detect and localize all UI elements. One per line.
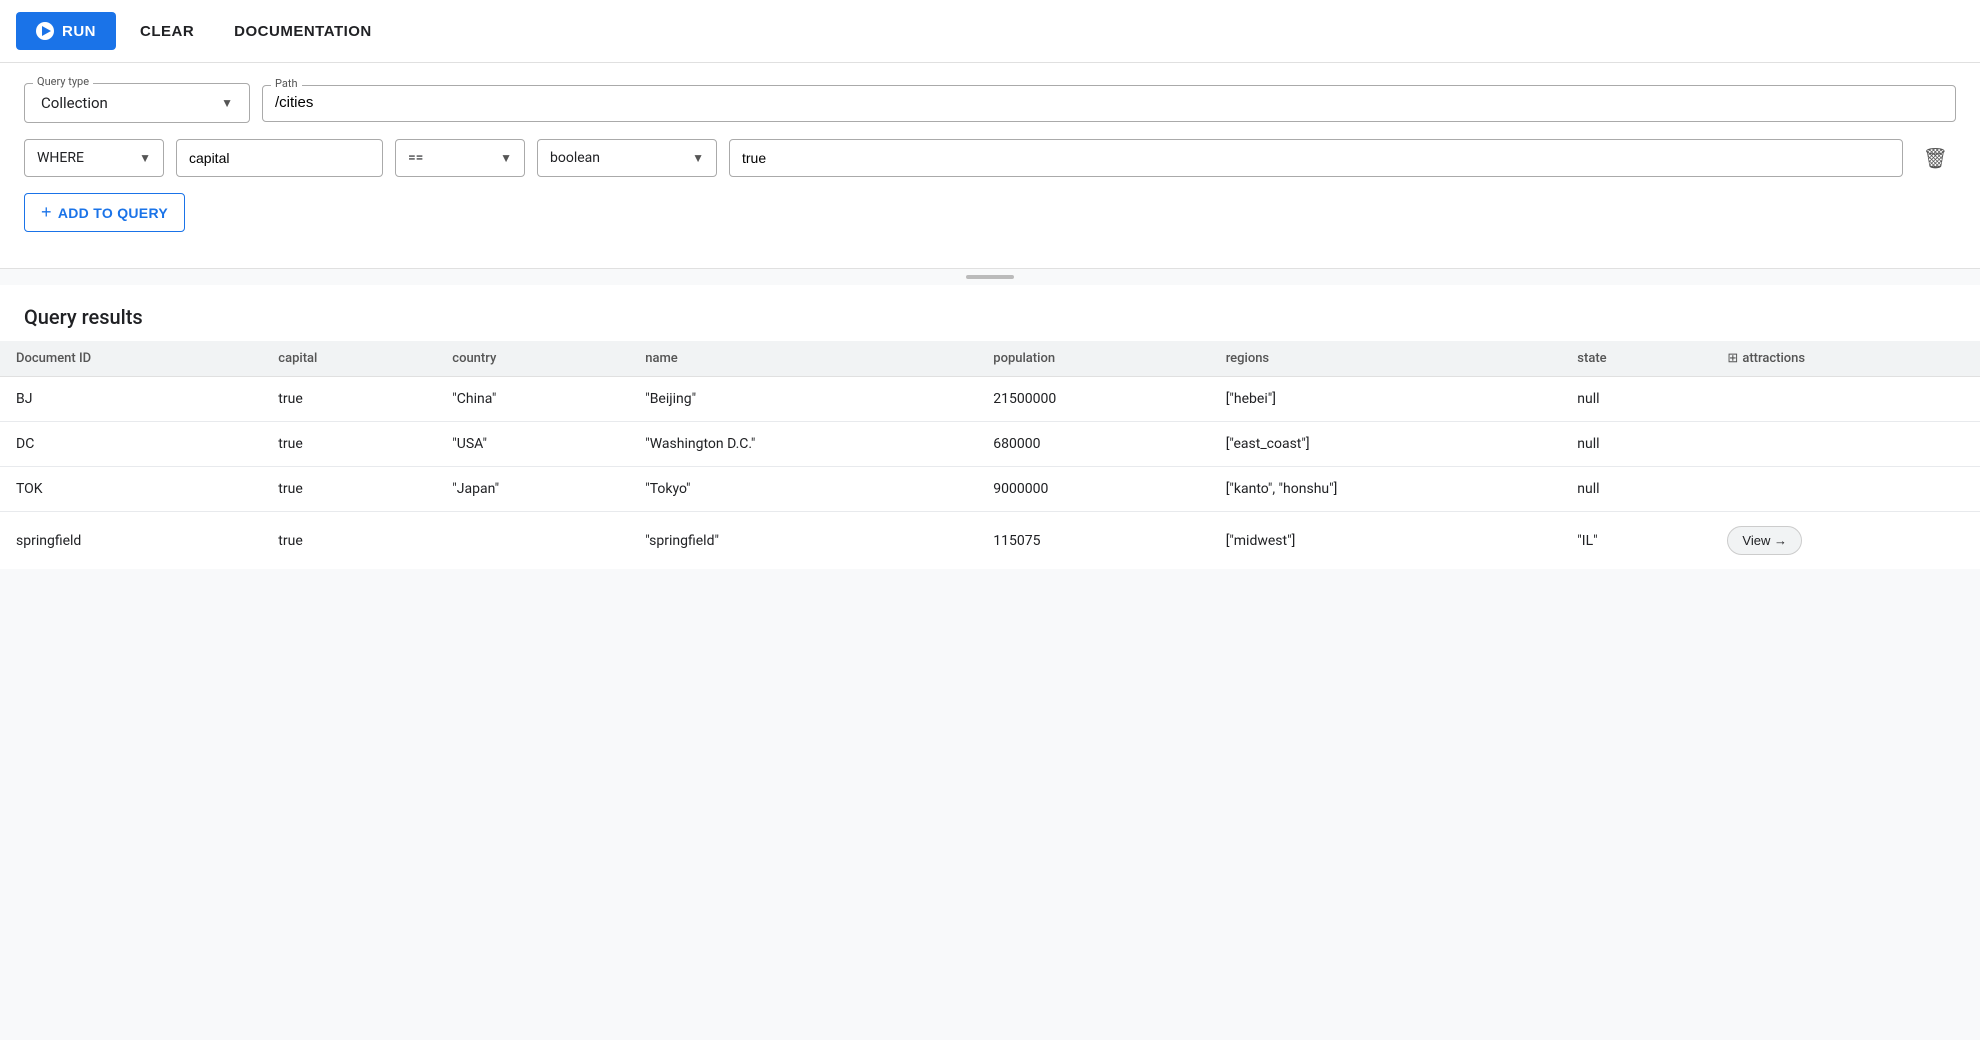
- query-builder: Query type Collection ▼ Path WHERE ▼ == …: [0, 63, 1980, 269]
- table-row: springfieldtrue "springfield"115075["midw…: [0, 512, 1980, 570]
- table-row: BJtrue"China""Beijing"21500000["hebei"]n…: [0, 377, 1980, 422]
- add-query-row: + ADD TO QUERY: [24, 193, 1956, 232]
- operator-chevron-icon: ▼: [500, 151, 512, 165]
- where-label: WHERE: [37, 150, 131, 166]
- operator-select[interactable]: == ▼: [395, 139, 525, 177]
- attractions-cell: [1711, 377, 1980, 422]
- where-chevron-icon: ▼: [139, 151, 151, 165]
- table-cell: 9000000: [977, 467, 1209, 512]
- path-fieldset: Path: [262, 85, 1956, 122]
- table-cell: "IL": [1561, 512, 1711, 570]
- table-cell: ["kanto", "honshu"]: [1210, 467, 1562, 512]
- table-cell: 115075: [977, 512, 1209, 570]
- run-button[interactable]: RUN: [16, 12, 116, 50]
- header-row: Document ID capital country name populat…: [0, 341, 1980, 377]
- table-row: DCtrue"USA""Washington D.C."680000["east…: [0, 422, 1980, 467]
- where-row: WHERE ▼ == ▼ boolean ▼ 🗑: [24, 139, 1956, 177]
- toolbar: RUN CLEAR DOCUMENTATION: [0, 0, 1980, 63]
- query-type-value: Collection: [41, 94, 213, 112]
- type-select[interactable]: boolean ▼: [537, 139, 717, 177]
- table-cell: true: [262, 422, 436, 467]
- table-cell: null: [1561, 422, 1711, 467]
- table-cell: ["east_coast"]: [1210, 422, 1562, 467]
- query-type-row: Query type Collection ▼ Path: [24, 83, 1956, 123]
- path-legend: Path: [271, 77, 302, 90]
- table-cell: true: [262, 467, 436, 512]
- table-cell: "springfield": [629, 512, 977, 570]
- play-icon: [36, 22, 54, 40]
- table-cell: ["midwest"]: [1210, 512, 1562, 570]
- run-label: RUN: [62, 23, 96, 40]
- table-cell: 21500000: [977, 377, 1209, 422]
- results-section: Query results Document ID capital countr…: [0, 285, 1980, 569]
- table-cell: ["hebei"]: [1210, 377, 1562, 422]
- table-cell: BJ: [0, 377, 262, 422]
- table-cell: "USA": [436, 422, 629, 467]
- drag-handle[interactable]: [966, 275, 1014, 279]
- query-type-fieldset: Query type Collection ▼: [24, 83, 250, 123]
- query-type-select[interactable]: Collection ▼: [37, 88, 237, 114]
- drag-handle-area: [0, 269, 1980, 285]
- results-table-header: Document ID capital country name populat…: [0, 341, 1980, 377]
- col-state: state: [1561, 341, 1711, 377]
- field-input[interactable]: [176, 139, 383, 177]
- trash-icon: 🗑: [1923, 146, 1948, 171]
- attractions-cell: View →: [1711, 512, 1980, 570]
- add-to-query-label: ADD TO QUERY: [58, 205, 168, 221]
- operator-value: ==: [408, 150, 492, 166]
- col-name: name: [629, 341, 977, 377]
- table-cell: [436, 512, 629, 570]
- table-cell: "China": [436, 377, 629, 422]
- table-cell: "Tokyo": [629, 467, 977, 512]
- table-cell: null: [1561, 467, 1711, 512]
- col-doc-id: Document ID: [0, 341, 262, 377]
- table-cell: true: [262, 512, 436, 570]
- results-title: Query results: [0, 285, 1980, 341]
- query-type-legend: Query type: [33, 75, 93, 88]
- filter-value-input[interactable]: [729, 139, 1903, 177]
- table-cell: "Japan": [436, 467, 629, 512]
- type-value: boolean: [550, 150, 684, 166]
- where-select[interactable]: WHERE ▼: [24, 139, 164, 177]
- table-cell: 680000: [977, 422, 1209, 467]
- col-capital: capital: [262, 341, 436, 377]
- table-cell: TOK: [0, 467, 262, 512]
- col-regions: regions: [1210, 341, 1562, 377]
- table-cell: "Washington D.C.": [629, 422, 977, 467]
- play-triangle-icon: [42, 26, 51, 36]
- results-table: Document ID capital country name populat…: [0, 341, 1980, 569]
- attractions-cell: [1711, 422, 1980, 467]
- clear-button[interactable]: CLEAR: [124, 13, 210, 50]
- documentation-button[interactable]: DOCUMENTATION: [218, 13, 388, 50]
- collection-icon: ⊞: [1727, 351, 1738, 366]
- plus-icon: +: [41, 202, 52, 223]
- delete-filter-button[interactable]: 🗑: [1915, 142, 1956, 175]
- table-row: TOKtrue"Japan""Tokyo"9000000["kanto", "h…: [0, 467, 1980, 512]
- chevron-down-icon: ▼: [221, 96, 233, 110]
- path-input[interactable]: [275, 90, 1943, 113]
- table-cell: null: [1561, 377, 1711, 422]
- table-cell: springfield: [0, 512, 262, 570]
- col-country: country: [436, 341, 629, 377]
- type-chevron-icon: ▼: [692, 151, 704, 165]
- results-table-body: BJtrue"China""Beijing"21500000["hebei"]n…: [0, 377, 1980, 570]
- table-cell: DC: [0, 422, 262, 467]
- col-population: population: [977, 341, 1209, 377]
- view-button[interactable]: View →: [1727, 526, 1802, 555]
- col-attractions: ⊞attractions: [1711, 341, 1980, 377]
- add-to-query-button[interactable]: + ADD TO QUERY: [24, 193, 185, 232]
- attractions-cell: [1711, 467, 1980, 512]
- table-cell: "Beijing": [629, 377, 977, 422]
- table-cell: true: [262, 377, 436, 422]
